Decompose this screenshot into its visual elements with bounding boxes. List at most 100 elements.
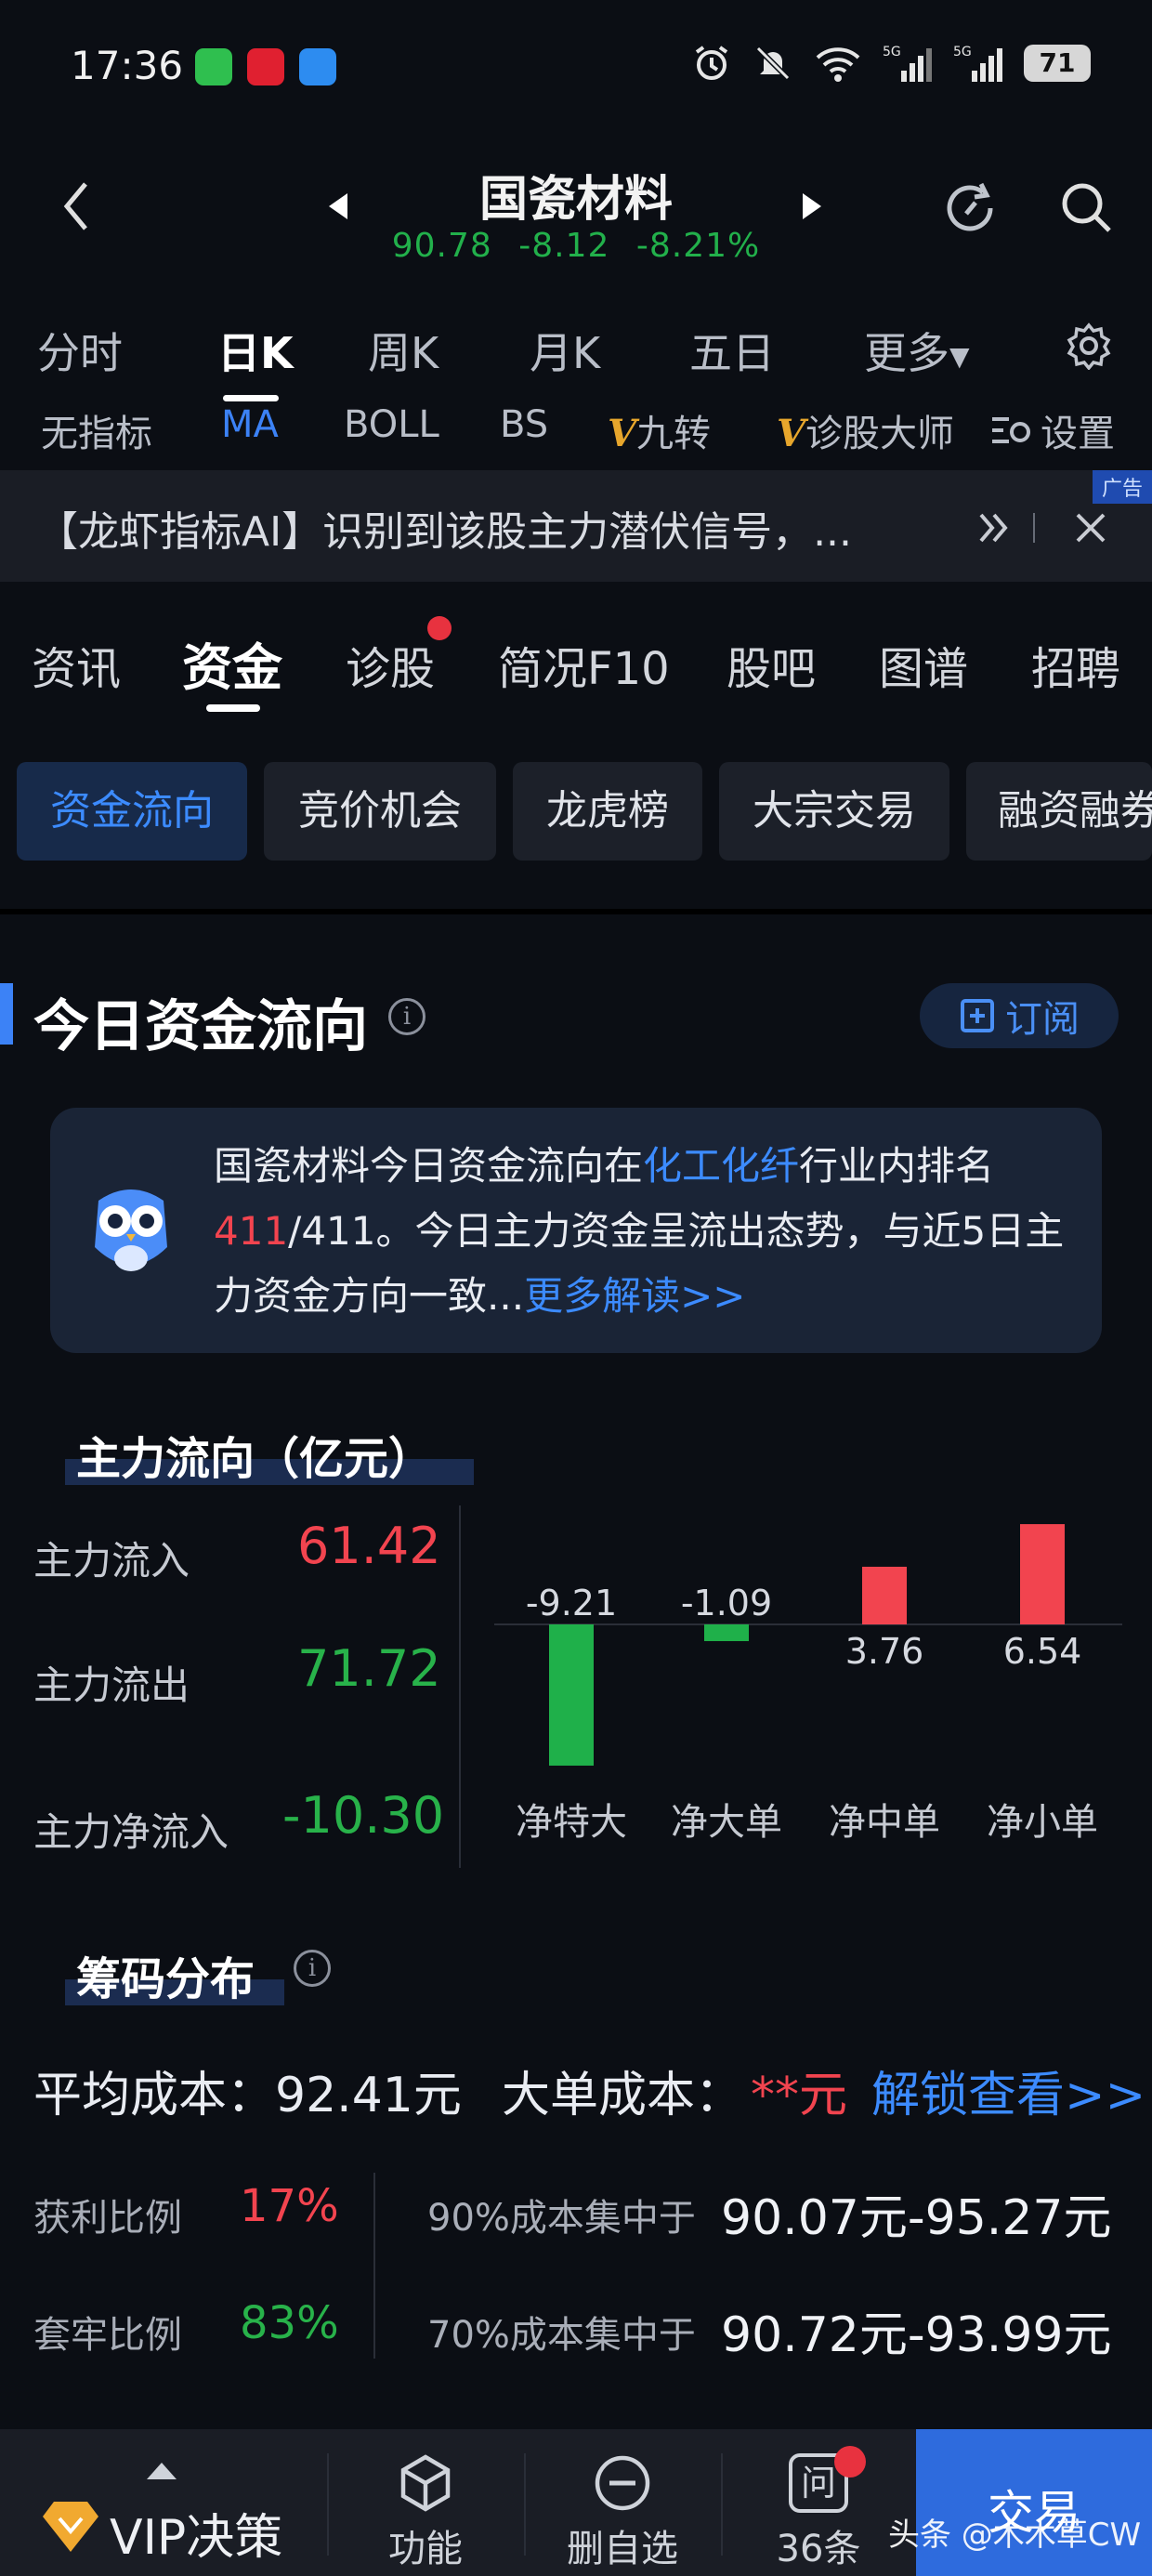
ask-label: 36条 bbox=[776, 2528, 861, 2570]
period-underline bbox=[223, 395, 279, 401]
section-marker bbox=[0, 983, 13, 1045]
c70-label: 70%成本集中于 bbox=[427, 2314, 696, 2357]
remove-watchlist-button[interactable]: 删自选 bbox=[559, 2453, 686, 2572]
wifi-icon bbox=[814, 43, 862, 84]
signal-5g-icon: 5G bbox=[883, 43, 933, 84]
tab-funds[interactable]: 资金 bbox=[182, 626, 282, 700]
outflow-label: 主力流出 bbox=[33, 1663, 190, 1708]
period-fenshi[interactable]: 分时 bbox=[37, 320, 123, 381]
c90-value: 90.07元-95.27元 bbox=[721, 2190, 1112, 2246]
bar-value-label-2: -1.09 bbox=[681, 1583, 772, 1623]
bottom-sep-1 bbox=[327, 2453, 329, 2556]
tab-news[interactable]: 资讯 bbox=[32, 632, 121, 697]
app-icon-blue bbox=[299, 48, 336, 85]
double-chevron-right-icon[interactable] bbox=[975, 509, 1013, 546]
search-icon[interactable] bbox=[1057, 178, 1117, 238]
tab-graph[interactable]: 图谱 bbox=[879, 632, 968, 697]
chip-auction[interactable]: 竞价机会 bbox=[264, 762, 496, 861]
bar-1 bbox=[549, 1624, 594, 1766]
battery-indicator: 71 bbox=[1024, 45, 1091, 82]
tab-diagnosis[interactable]: 诊股 bbox=[346, 632, 435, 697]
bar-value-label-1: -9.21 bbox=[526, 1583, 617, 1623]
big-cost-value: **元 bbox=[751, 2068, 848, 2123]
close-icon[interactable] bbox=[1074, 511, 1107, 545]
tab-forum[interactable]: 股吧 bbox=[727, 632, 816, 697]
ai-text-part1: 国瓷材料今日资金流向在 bbox=[214, 1143, 644, 1189]
ai-industry-link[interactable]: 化工化纤 bbox=[643, 1143, 799, 1189]
inflow-value: 61.42 bbox=[297, 1517, 441, 1575]
tab-f10[interactable]: 简况F10 bbox=[498, 632, 670, 697]
subscribe-button[interactable]: 订阅 bbox=[920, 983, 1119, 1048]
remove-watchlist-label: 删自选 bbox=[567, 2528, 678, 2570]
bar-category-label-2: 净大单 bbox=[671, 1801, 782, 1844]
net-inflow-label: 主力净流入 bbox=[33, 1809, 229, 1855]
chip-block-trade[interactable]: 大宗交易 bbox=[719, 762, 949, 861]
settings-sliders-icon bbox=[990, 412, 1033, 449]
flow-divider bbox=[459, 1505, 461, 1868]
bookmark-plus-icon bbox=[959, 997, 996, 1034]
stock-change-pct: -8.21% bbox=[635, 227, 761, 265]
bar-2 bbox=[704, 1624, 749, 1641]
ask-notification-dot bbox=[834, 2446, 866, 2477]
ad-text[interactable]: 【龙虾指标AI】识别到该股主力潜伏信号，... bbox=[37, 498, 852, 558]
profit-ratio-label: 获利比例 bbox=[33, 2197, 182, 2240]
v-badge-icon-2: V bbox=[777, 412, 806, 455]
indicator-dashi-label: 诊股大师 bbox=[805, 413, 955, 455]
ai-more-link[interactable]: 更多解读>> bbox=[524, 1273, 745, 1319]
outflow-value: 71.72 bbox=[297, 1639, 441, 1698]
unlock-link[interactable]: 解锁查看>> bbox=[871, 2056, 1145, 2125]
period-week-k[interactable]: 周K bbox=[368, 320, 439, 381]
chips-dist-title: 筹码分布 bbox=[76, 1953, 255, 2005]
indicator-bs[interactable]: BS bbox=[500, 403, 548, 446]
indicator-jiuzhuan[interactable]: V九转 bbox=[608, 403, 711, 457]
notification-dot bbox=[427, 616, 452, 640]
subscribe-label: 订阅 bbox=[1005, 998, 1080, 1041]
chip-dragon-tiger[interactable]: 龙虎榜 bbox=[513, 762, 702, 861]
info-icon[interactable]: i bbox=[388, 998, 425, 1035]
c70-value: 90.72元-93.99元 bbox=[721, 2307, 1112, 2363]
indicator-ma[interactable]: MA bbox=[221, 403, 279, 446]
tab-underline bbox=[206, 704, 260, 712]
ad-tag: 广告 bbox=[1092, 470, 1152, 504]
alarm-icon bbox=[691, 43, 732, 84]
period-month-k[interactable]: 月K bbox=[530, 320, 600, 381]
function-label: 功能 bbox=[388, 2528, 463, 2570]
big-cost-label: 大单成本： bbox=[502, 2068, 744, 2123]
gear-icon[interactable] bbox=[1065, 322, 1113, 370]
function-button[interactable]: 功能 bbox=[375, 2453, 476, 2572]
tab-recruit[interactable]: 招聘 bbox=[1031, 632, 1120, 697]
ai-rank: 411 bbox=[214, 1208, 289, 1254]
vip-decision-button[interactable]: VIP决策 bbox=[110, 2498, 282, 2568]
chip-fund-flow[interactable]: 资金流向 bbox=[17, 762, 247, 861]
period-more[interactable]: 更多▼ bbox=[864, 320, 970, 381]
avg-cost-value: 92.41元 bbox=[275, 2068, 462, 2123]
refresh-icon[interactable] bbox=[938, 177, 1001, 240]
info-icon-2[interactable]: i bbox=[294, 1950, 331, 1987]
indicator-settings-label: 设置 bbox=[1041, 413, 1115, 455]
c90-label: 90%成本集中于 bbox=[427, 2197, 696, 2240]
signal-5g-icon-2: 5G bbox=[953, 43, 1003, 84]
trapped-ratio-value: 83% bbox=[240, 2297, 339, 2349]
caret-up-icon[interactable] bbox=[145, 2459, 178, 2481]
bar-category-label-3: 净中单 bbox=[829, 1801, 940, 1844]
bar-category-label-1: 净特大 bbox=[516, 1801, 627, 1844]
period-day-k[interactable]: 日K bbox=[217, 320, 294, 381]
cube-icon bbox=[396, 2453, 455, 2513]
ai-text-part2: 行业内排名 bbox=[799, 1143, 995, 1189]
svg-text:5G: 5G bbox=[883, 45, 901, 59]
profit-ratio-value: 17% bbox=[240, 2180, 339, 2232]
minus-circle-icon bbox=[593, 2453, 652, 2513]
trapped-ratio-label: 套牢比例 bbox=[33, 2314, 182, 2357]
net-inflow-value: -10.30 bbox=[282, 1786, 445, 1845]
indicator-none[interactable]: 无指标 bbox=[41, 403, 152, 457]
indicator-boll[interactable]: BOLL bbox=[344, 403, 439, 446]
bottom-sep-3 bbox=[721, 2453, 723, 2556]
bottom-sep-2 bbox=[524, 2453, 526, 2556]
bar-3 bbox=[862, 1566, 907, 1624]
caret-down-icon: ▼ bbox=[949, 341, 970, 372]
chip-margin[interactable]: 融资融券 bbox=[966, 762, 1152, 861]
indicator-settings[interactable]: 设置 bbox=[990, 403, 1115, 457]
mute-icon bbox=[753, 43, 793, 84]
period-five-day[interactable]: 五日 bbox=[689, 320, 775, 381]
indicator-dashi[interactable]: V诊股大师 bbox=[777, 403, 954, 457]
